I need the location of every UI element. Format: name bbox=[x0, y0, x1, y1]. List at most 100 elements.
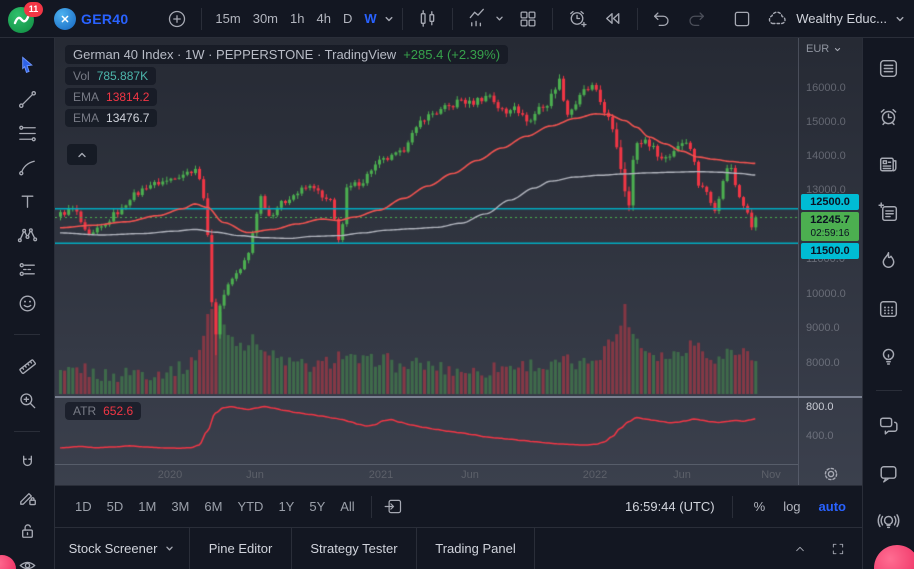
currency-menu[interactable]: EUR bbox=[799, 38, 862, 55]
fullscreen-icon[interactable] bbox=[830, 541, 846, 557]
ideas-button[interactable] bbox=[869, 332, 909, 380]
time-axis[interactable]: 2020 Jun 2021 Jun 2022 Jun Nov bbox=[55, 464, 798, 485]
range-3m[interactable]: 3M bbox=[165, 496, 195, 517]
atr-row[interactable]: ATR 652.6 bbox=[65, 402, 142, 420]
fib-retracement-tool[interactable] bbox=[7, 116, 47, 150]
indicators-button[interactable] bbox=[460, 3, 511, 34]
time-tick: Nov bbox=[761, 469, 781, 481]
chart-area: German 40 Index · 1W · PEPPERSTONE · Tra… bbox=[55, 38, 862, 486]
symbol-button[interactable]: GER40 bbox=[48, 4, 134, 34]
toolbar-group-divider bbox=[14, 334, 40, 335]
ema-fast-label: EMA bbox=[73, 90, 100, 104]
grid-layout-icon bbox=[520, 10, 536, 27]
range-5y[interactable]: 5Y bbox=[303, 496, 331, 517]
brush-tool[interactable] bbox=[7, 150, 47, 184]
hotlists-button[interactable] bbox=[869, 236, 909, 284]
go-to-date-icon bbox=[384, 499, 401, 514]
range-1m[interactable]: 1M bbox=[132, 496, 162, 517]
trend-line-tool[interactable] bbox=[7, 82, 47, 116]
timeframe-1h[interactable]: 1h bbox=[284, 7, 310, 30]
streams-button[interactable] bbox=[869, 497, 909, 545]
create-alert-button[interactable] bbox=[560, 3, 595, 34]
alerts-button[interactable] bbox=[869, 92, 909, 140]
panel-expand-chevron-up-icon[interactable] bbox=[792, 541, 808, 557]
app-logo[interactable]: 11 bbox=[8, 1, 43, 34]
multichart-layout-button[interactable] bbox=[511, 4, 545, 34]
timeframe-w[interactable]: W bbox=[358, 7, 382, 30]
auto-scale-button[interactable]: auto bbox=[815, 497, 850, 516]
magnet-icon bbox=[22, 455, 32, 466]
indicators-icon bbox=[469, 8, 484, 27]
percent-scale-button[interactable]: % bbox=[750, 497, 770, 516]
layout-square-button[interactable] bbox=[725, 4, 759, 34]
chart-column: German 40 Index · 1W · PEPPERSTONE · Tra… bbox=[55, 38, 862, 569]
range-all[interactable]: All bbox=[334, 496, 360, 517]
tab-stock-screener[interactable]: Stock Screener bbox=[55, 528, 190, 569]
replay-rewind-icon bbox=[605, 13, 620, 24]
account-menu[interactable]: Wealthy Educ... bbox=[765, 7, 906, 31]
atr-canvas[interactable] bbox=[55, 398, 798, 464]
timeframe-d[interactable]: D bbox=[337, 7, 358, 30]
emoji-tool[interactable] bbox=[7, 286, 47, 320]
chat-bubble-icon bbox=[880, 465, 897, 483]
legend-ema-slow-row[interactable]: EMA 13476.7 bbox=[65, 109, 158, 127]
bottom-tabs: Stock Screener Pine Editor Strategy Test… bbox=[55, 527, 862, 569]
tab-trading-panel[interactable]: Trading Panel bbox=[417, 528, 535, 569]
tab-label: Strategy Tester bbox=[310, 541, 398, 557]
axis-settings-gear-icon[interactable] bbox=[823, 466, 839, 482]
xabcd-pattern-icon bbox=[17, 227, 37, 242]
text-notes-button[interactable] bbox=[869, 188, 909, 236]
drawing-mode-tool[interactable] bbox=[7, 480, 47, 514]
bottom-toolbar-right: 16:59:44 (UTC) % log auto bbox=[625, 495, 852, 518]
forecast-tool[interactable] bbox=[7, 252, 47, 286]
xabcd-pattern-tool[interactable] bbox=[7, 218, 47, 252]
zoom-in-tool[interactable] bbox=[7, 383, 47, 417]
redo-button[interactable] bbox=[679, 4, 713, 34]
redo-arrow-icon bbox=[689, 11, 704, 26]
lock-all-drawings-tool[interactable] bbox=[7, 514, 47, 548]
cursor-icon bbox=[21, 55, 33, 73]
compare-add-symbol-button[interactable] bbox=[160, 4, 194, 34]
magnet-tool[interactable] bbox=[7, 446, 47, 480]
timeframes-chevron-down-icon[interactable] bbox=[383, 13, 395, 25]
utc-clock[interactable]: 16:59:44 (UTC) bbox=[625, 499, 715, 514]
log-scale-button[interactable]: log bbox=[779, 497, 804, 516]
timeframe-15m[interactable]: 15m bbox=[209, 7, 246, 30]
bar-replay-button[interactable] bbox=[595, 3, 630, 34]
timeframe-4h[interactable]: 4h bbox=[310, 7, 336, 30]
time-tick: 2020 bbox=[157, 469, 183, 481]
range-1y[interactable]: 1Y bbox=[272, 496, 300, 517]
cursor-tool[interactable] bbox=[7, 48, 47, 82]
legend-ema-fast-row[interactable]: EMA 13814.2 bbox=[65, 88, 158, 106]
body-row: German 40 Index · 1W · PEPPERSTONE · Tra… bbox=[0, 38, 914, 569]
public-chats-button[interactable] bbox=[869, 401, 909, 449]
undo-button[interactable] bbox=[645, 4, 679, 34]
private-chats-button[interactable] bbox=[869, 449, 909, 497]
atr-tick: 800.0 bbox=[806, 401, 834, 413]
timeframe-30m[interactable]: 30m bbox=[247, 7, 284, 30]
tab-strategy-tester[interactable]: Strategy Tester bbox=[292, 528, 417, 569]
tab-pine-editor[interactable]: Pine Editor bbox=[190, 528, 292, 569]
lightbulb-icon bbox=[882, 348, 895, 365]
range-1d[interactable]: 1D bbox=[69, 496, 98, 517]
text-tool[interactable] bbox=[7, 184, 47, 218]
fib-retracement-icon bbox=[18, 125, 36, 141]
watchlist-button[interactable] bbox=[869, 44, 909, 92]
chart-type-candles-button[interactable] bbox=[410, 3, 445, 34]
range-ytd[interactable]: YTD bbox=[231, 496, 269, 517]
range-5d[interactable]: 5D bbox=[101, 496, 130, 517]
legend-collapse-button[interactable] bbox=[67, 144, 97, 165]
price-axis[interactable]: EUR 16000.0 15000.0 14000.0 13000.0 1100… bbox=[798, 38, 862, 486]
emoji-smiley-icon bbox=[19, 295, 35, 311]
measure-tool[interactable] bbox=[7, 349, 47, 383]
news-button[interactable] bbox=[869, 140, 909, 188]
legend-title-row[interactable]: German 40 Index · 1W · PEPPERSTONE · Tra… bbox=[65, 45, 509, 64]
undo-arrow-icon bbox=[653, 11, 669, 26]
go-to-date-button[interactable] bbox=[379, 494, 408, 519]
calendar-button[interactable] bbox=[869, 284, 909, 332]
chevron-down-icon bbox=[835, 47, 841, 51]
pane-divider[interactable] bbox=[55, 396, 862, 398]
range-6m[interactable]: 6M bbox=[198, 496, 228, 517]
legend-volume-row[interactable]: Vol 785.887K bbox=[65, 67, 157, 85]
current-price-value: 12245.7 bbox=[810, 213, 850, 226]
